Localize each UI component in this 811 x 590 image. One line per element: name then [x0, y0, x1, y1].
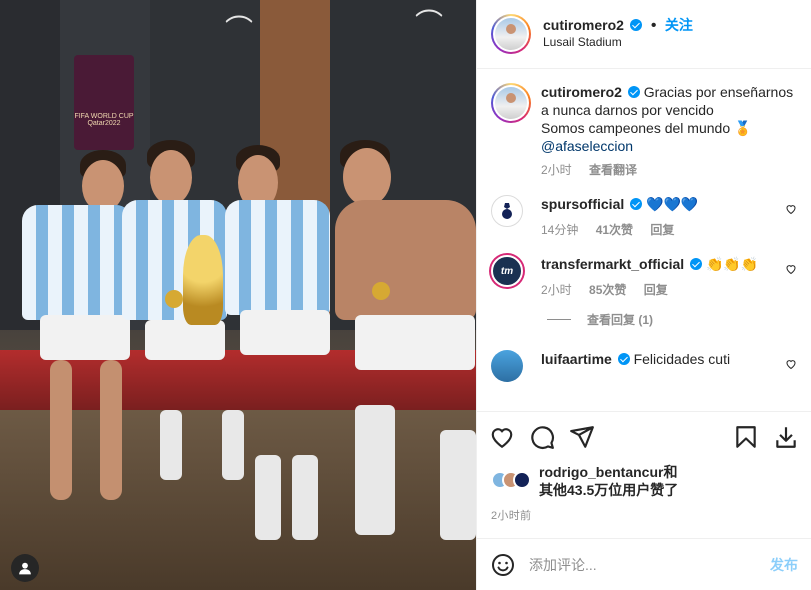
like-comment-heart-icon[interactable] [785, 203, 797, 215]
medal-icon [372, 282, 390, 300]
follow-button[interactable]: 关注 [665, 17, 693, 33]
comment-time: 2小时 [541, 283, 572, 297]
commenter-avatar[interactable]: tm [491, 255, 523, 287]
caption: cutiromero2 Gracias por enseñarnos a nun… [491, 83, 797, 179]
hanger-icon: ⌒ [225, 14, 254, 45]
comment-bubble-icon[interactable] [529, 424, 555, 450]
caption-mention[interactable]: @afaseleccion [541, 138, 633, 154]
verified-badge-icon [617, 353, 630, 365]
comment-text: Felicidades cuti [633, 351, 731, 367]
player-sock [255, 455, 281, 540]
player-shorts [145, 320, 225, 360]
post-photo[interactable]: FIFA WORLD CUP Qatar2022 ⌒ ⌒ [0, 0, 476, 590]
verified-badge-icon [630, 19, 643, 31]
medal-icon [165, 290, 183, 308]
comment-item: tm transfermarkt_official 👏👏👏 2小时 85次赞 回… [491, 255, 797, 299]
liker-username[interactable]: rodrigo_bentancur [539, 464, 663, 480]
verified-badge-icon [627, 86, 640, 98]
caption-text: Somos campeones del mundo 🏅 [541, 120, 752, 136]
comment-text: 💙💙💙 [646, 196, 699, 212]
caption-time: 2小时 [541, 163, 572, 177]
player-sock [160, 410, 182, 480]
add-comment-bar: 发布 [477, 538, 811, 590]
comment-username[interactable]: transfermarkt_official [541, 256, 684, 272]
player-sock [440, 430, 476, 540]
post-comment-button[interactable]: 发布 [770, 555, 798, 575]
world-cup-logo: FIFA WORLD CUP Qatar2022 [74, 55, 134, 150]
post-timestamp: 2小时前 [491, 510, 532, 522]
comment-time: 14分钟 [541, 223, 579, 237]
post-side-panel: cutiromero2 • 关注 Lusail Stadium cutirome… [476, 0, 811, 590]
translate-button[interactable]: 查看翻译 [589, 163, 637, 177]
likes-summary[interactable]: rodrigo_bentancur和 其他43.5万位用户赞了 [477, 461, 811, 501]
player-sock [292, 455, 318, 540]
likes-others[interactable]: 其他43.5万位用户赞了 [539, 482, 678, 498]
spurs-logo-icon [502, 203, 512, 219]
tm-logo-icon: tm [500, 265, 514, 277]
download-icon[interactable] [773, 424, 799, 450]
liker-avatars [491, 471, 531, 491]
like-comment-heart-icon[interactable] [785, 263, 797, 275]
player-sock [355, 405, 395, 535]
liker-avatar [513, 471, 531, 489]
commenter-avatar[interactable] [491, 195, 523, 227]
player-head [150, 150, 192, 205]
view-replies-button[interactable]: 查看回复 (1) [547, 311, 797, 328]
player-sock [222, 410, 244, 480]
view-replies-label: 查看回复 (1) [587, 313, 654, 327]
world-cup-trophy [183, 235, 223, 325]
comment-item: spursofficial 💙💙💙 14分钟 41次赞 回复 [491, 195, 797, 239]
divider-line [547, 319, 571, 320]
player-leg [50, 360, 72, 500]
player-head [343, 148, 391, 206]
comment-input[interactable] [529, 556, 770, 573]
like-comment-heart-icon[interactable] [785, 358, 797, 370]
comment-item: luifaartime Felicidades cuti [491, 350, 797, 382]
user-icon [19, 562, 31, 575]
post-actions-bar [477, 411, 811, 461]
post-location[interactable]: Lusail Stadium [543, 34, 693, 51]
hanger-icon: ⌒ [415, 8, 444, 39]
author-avatar[interactable] [491, 14, 531, 54]
comment-likes[interactable]: 41次赞 [596, 223, 633, 237]
share-send-icon[interactable] [569, 424, 595, 450]
author-username[interactable]: cutiromero2 [543, 17, 624, 33]
player-shorts [40, 315, 130, 360]
commenter-avatar[interactable] [491, 350, 523, 382]
post-header: cutiromero2 • 关注 Lusail Stadium [477, 0, 811, 69]
comment-username[interactable]: spursofficial [541, 196, 624, 212]
instagram-post-modal: FIFA WORLD CUP Qatar2022 ⌒ ⌒ cutiromero2… [0, 0, 811, 590]
separator-dot: • [650, 17, 657, 34]
bookmark-icon[interactable] [733, 424, 759, 450]
player-shorts [240, 310, 330, 355]
comments-list[interactable]: cutiromero2 Gracias por enseñarnos a nun… [477, 69, 811, 411]
verified-badge-icon [690, 258, 703, 270]
emoji-smiley-icon[interactable] [491, 553, 515, 577]
verified-badge-icon [630, 198, 643, 210]
like-heart-icon[interactable] [489, 424, 515, 450]
player-shirt [22, 205, 132, 320]
caption-username[interactable]: cutiromero2 [541, 84, 622, 100]
tagged-users-button[interactable] [11, 554, 39, 582]
likes-joiner: 和 [663, 464, 678, 480]
comment-username[interactable]: luifaartime [541, 351, 612, 367]
reply-button[interactable]: 回复 [644, 283, 668, 297]
comment-text: 👏👏👏 [705, 256, 759, 272]
author-avatar[interactable] [491, 83, 531, 123]
reply-button[interactable]: 回复 [650, 223, 674, 237]
player-torso [335, 200, 476, 320]
player-leg [100, 360, 122, 500]
player-shorts [355, 315, 475, 370]
comment-likes[interactable]: 85次赞 [589, 283, 626, 297]
player-shirt [225, 200, 330, 315]
